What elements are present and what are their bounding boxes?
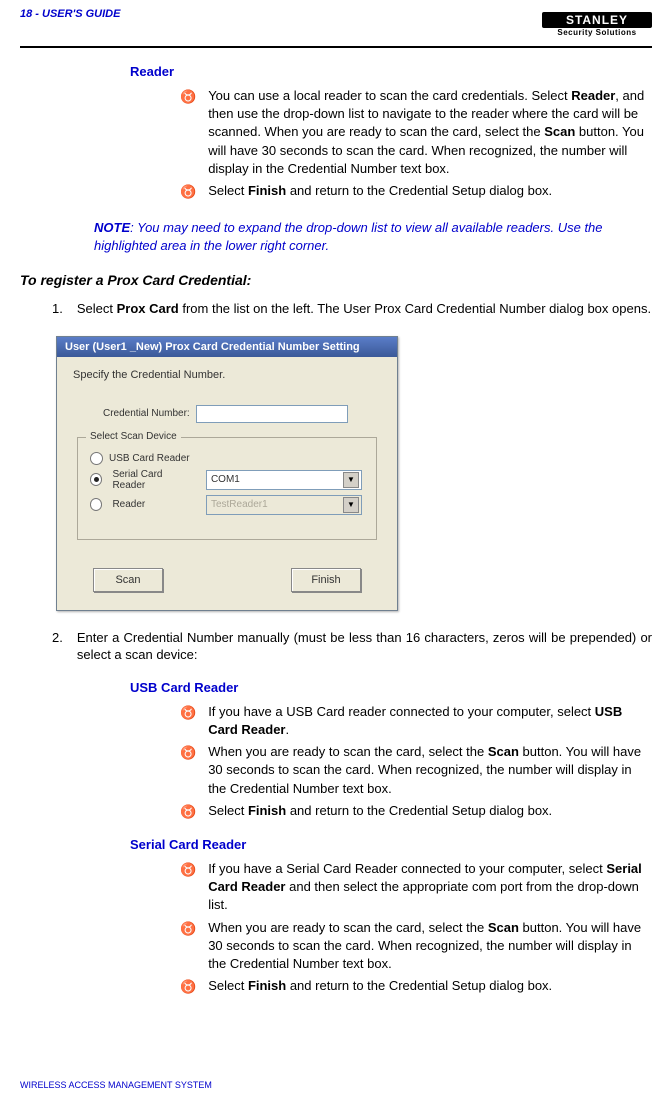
reader-select[interactable]: TestReader1 ▼ bbox=[206, 495, 362, 515]
stanley-logo: STANLEY Security Solutions bbox=[542, 8, 652, 40]
radio-reader[interactable]: Reader TestReader1 ▼ bbox=[90, 495, 362, 515]
usb-bullets: ♉ If you have a USB Card reader connecte… bbox=[180, 703, 652, 821]
note-block: NOTE: You may need to expand the drop-do… bbox=[94, 219, 652, 254]
usb-heading: USB Card Reader bbox=[130, 680, 652, 695]
bullet-icon: ♉ bbox=[180, 744, 196, 798]
bullet-icon: ♉ bbox=[180, 920, 196, 974]
bullet-text: Select Finish and return to the Credenti… bbox=[208, 182, 652, 201]
fieldset-legend: Select Scan Device bbox=[86, 431, 181, 442]
scan-button[interactable]: Scan bbox=[93, 568, 163, 592]
bullet-icon: ♉ bbox=[180, 88, 196, 178]
step-1: 1. Select Prox Card from the list on the… bbox=[52, 300, 652, 318]
scan-device-fieldset: Select Scan Device USB Card Reader Seria… bbox=[77, 437, 377, 540]
credential-number-row: Credential Number: bbox=[103, 405, 381, 423]
note-label: NOTE bbox=[94, 220, 130, 235]
bullet-text: If you have a USB Card reader connected … bbox=[208, 703, 652, 739]
bullet-text: When you are ready to scan the card, sel… bbox=[208, 743, 652, 798]
dialog-title: User (User1 _New) Prox Card Credential N… bbox=[57, 337, 397, 357]
bullet-icon: ♉ bbox=[180, 183, 196, 201]
radio-icon bbox=[90, 498, 102, 511]
usb-bullet-2: ♉ When you are ready to scan the card, s… bbox=[180, 743, 652, 798]
credential-number-input[interactable] bbox=[196, 405, 348, 423]
radio-usb[interactable]: USB Card Reader bbox=[90, 452, 362, 465]
radio-label: Reader bbox=[112, 499, 196, 510]
dialog-instruction: Specify the Credential Number. bbox=[73, 369, 381, 381]
page-header: 18 - USER'S GUIDE STANLEY Security Solut… bbox=[20, 8, 652, 48]
dialog-buttons: Scan Finish bbox=[73, 568, 381, 592]
bullet-text: Select Finish and return to the Credenti… bbox=[208, 977, 652, 996]
serial-bullet-3: ♉ Select Finish and return to the Creden… bbox=[180, 977, 652, 996]
bullet-text: Select Finish and return to the Credenti… bbox=[208, 802, 652, 821]
radio-icon bbox=[90, 473, 102, 486]
chevron-down-icon: ▼ bbox=[343, 472, 359, 488]
reader-bullet-1: ♉ You can use a local reader to scan the… bbox=[180, 87, 652, 178]
serial-bullets: ♉ If you have a Serial Card Reader conne… bbox=[180, 860, 652, 996]
radio-icon bbox=[90, 452, 103, 465]
bullet-icon: ♉ bbox=[180, 978, 196, 996]
logo-bottom: Security Solutions bbox=[557, 28, 636, 37]
step-number: 2. bbox=[52, 629, 63, 664]
bullet-icon: ♉ bbox=[180, 704, 196, 739]
radio-label: Serial Card Reader bbox=[112, 469, 196, 491]
chevron-down-icon: ▼ bbox=[343, 497, 359, 513]
page-number: 18 - USER'S GUIDE bbox=[20, 8, 120, 20]
footer-text: WIRELESS ACCESS MANAGEMENT SYSTEM bbox=[20, 1080, 212, 1090]
step-text: Select Prox Card from the list on the le… bbox=[77, 300, 651, 318]
serial-bullet-2: ♉ When you are ready to scan the card, s… bbox=[180, 919, 652, 974]
register-prox-heading: To register a Prox Card Credential: bbox=[20, 272, 652, 288]
radio-serial[interactable]: Serial Card Reader COM1 ▼ bbox=[90, 469, 362, 491]
bullet-text: You can use a local reader to scan the c… bbox=[208, 87, 652, 178]
reader-heading: Reader bbox=[130, 64, 652, 79]
bullet-text: If you have a Serial Card Reader connect… bbox=[208, 860, 652, 915]
dialog-body: Specify the Credential Number. Credentia… bbox=[57, 357, 397, 610]
finish-button[interactable]: Finish bbox=[291, 568, 361, 592]
step-2: 2. Enter a Credential Number manually (m… bbox=[52, 629, 652, 664]
serial-port-select[interactable]: COM1 ▼ bbox=[206, 470, 362, 490]
select-value: COM1 bbox=[211, 474, 240, 485]
usb-bullet-1: ♉ If you have a USB Card reader connecte… bbox=[180, 703, 652, 739]
logo-top: STANLEY bbox=[542, 12, 652, 28]
radio-label: USB Card Reader bbox=[109, 453, 190, 464]
credential-number-label: Credential Number: bbox=[103, 408, 190, 419]
step-text: Enter a Credential Number manually (must… bbox=[77, 629, 652, 664]
serial-bullet-1: ♉ If you have a Serial Card Reader conne… bbox=[180, 860, 652, 915]
serial-heading: Serial Card Reader bbox=[130, 837, 652, 852]
bullet-text: When you are ready to scan the card, sel… bbox=[208, 919, 652, 974]
credential-dialog: User (User1 _New) Prox Card Credential N… bbox=[56, 336, 398, 611]
step-number: 1. bbox=[52, 300, 63, 318]
bullet-icon: ♉ bbox=[180, 861, 196, 915]
bullet-icon: ♉ bbox=[180, 803, 196, 821]
reader-bullets: ♉ You can use a local reader to scan the… bbox=[180, 87, 652, 201]
usb-bullet-3: ♉ Select Finish and return to the Creden… bbox=[180, 802, 652, 821]
select-value: TestReader1 bbox=[211, 499, 268, 510]
reader-bullet-2: ♉ Select Finish and return to the Creden… bbox=[180, 182, 652, 201]
